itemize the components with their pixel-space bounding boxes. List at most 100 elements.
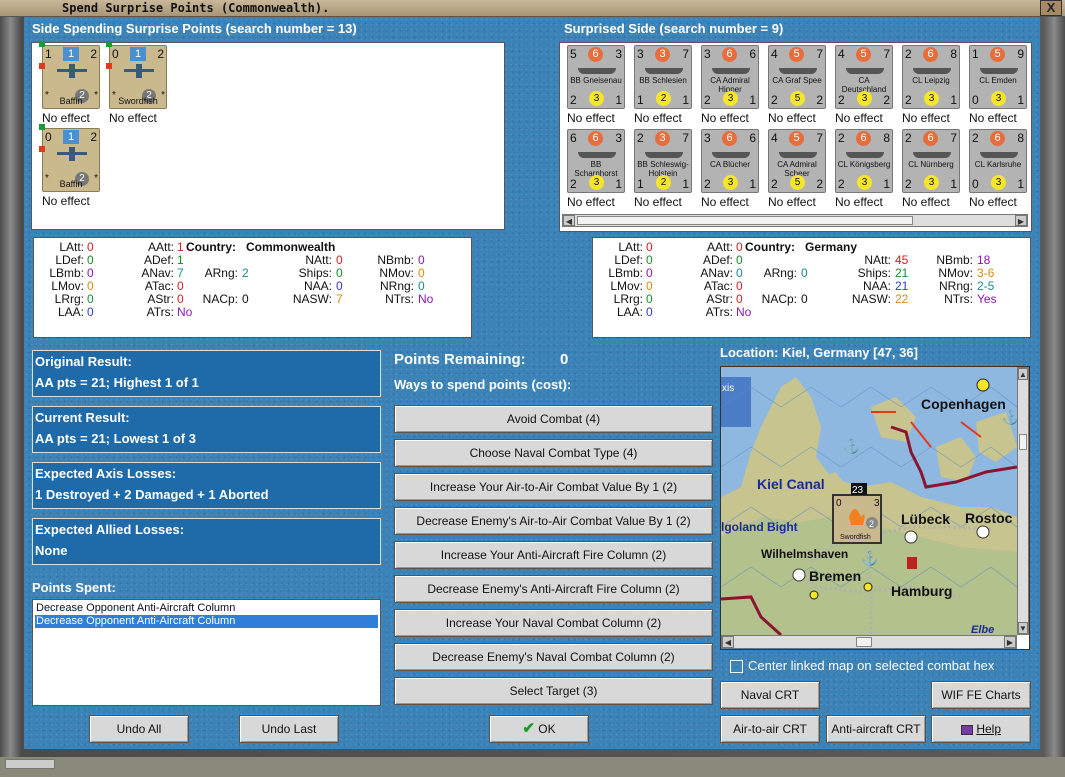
points-spent-item-selected[interactable]: Decrease Opponent Anti-Aircraft Column: [35, 615, 378, 628]
unit-flag-icon: [39, 146, 45, 152]
center-map-checkbox[interactable]: [730, 660, 743, 673]
units-horizontal-scrollbar[interactable]: ◀ ▶: [562, 214, 1028, 227]
stat-nasw-value: 22: [895, 292, 909, 306]
spend-option-button[interactable]: Decrease Enemy's Air-to-Air Combat Value…: [394, 507, 713, 535]
map-label-rostock: Rostoc: [965, 510, 1013, 526]
ok-button[interactable]: ✔ OK: [489, 715, 589, 743]
plane-icon: [57, 147, 87, 161]
surprised-unit-counter[interactable]: 2 6 8 CL Leipzig 2 3 1: [902, 45, 960, 109]
stat-ntrs-value: No: [418, 292, 434, 306]
scroll-left-arrow[interactable]: ◀: [563, 215, 575, 226]
surprised-unit-counter[interactable]: 2 6 8 CL Karlsruhe 0 3 1: [969, 129, 1027, 193]
surprised-unit-counter[interactable]: 3 6 6 CA Blücher 2 3 1: [701, 129, 759, 193]
surprised-unit-counter[interactable]: 4 5 7 CA Graf Spee 2 5 2: [768, 45, 826, 109]
unit-bl: 2: [570, 177, 577, 191]
surprised-unit-counter[interactable]: 4 5 7 CA Admiral Scheer 2 5 2: [768, 129, 826, 193]
naval-crt-button[interactable]: Naval CRT: [720, 681, 820, 709]
current-result-box: Current Result: AA pts = 21; Lowest 1 of…: [32, 406, 381, 453]
unit-effect: No effect: [835, 195, 883, 209]
stat-ldef-value: 0: [646, 253, 653, 267]
map-horizontal-scrollbar[interactable]: ◀ ▶: [721, 635, 1017, 649]
unit-tr: 7: [950, 131, 957, 145]
surprised-unit-counter[interactable]: 4 5 7 CA Deutschland 2 3 2: [835, 45, 893, 109]
surprised-units-list[interactable]: 5 6 3 BB Gneisenau 2 3 1 No effect 3 3 7 BB Schlesi…: [559, 42, 1032, 232]
map-label-elbe: Elbe: [971, 624, 994, 635]
spend-option-button[interactable]: Select Target (3): [394, 677, 713, 705]
close-button[interactable]: X: [1040, 0, 1062, 16]
unit-name: CA Blücher: [709, 160, 751, 169]
spend-option-button[interactable]: Choose Naval Combat Type (4): [394, 439, 713, 467]
stat-natt-label: NAtt:: [864, 253, 891, 267]
unit-mid: 6: [588, 47, 603, 62]
undo-last-button[interactable]: Undo Last: [239, 715, 339, 743]
stat-arng-value: 2: [242, 266, 249, 280]
stat-laa-value: 0: [87, 305, 94, 319]
surprised-unit-counter[interactable]: 2 6 7 CL Nürnberg 2 3 1: [902, 129, 960, 193]
unit-bl: 2: [771, 177, 778, 191]
spend-option-button[interactable]: Increase Your Air-to-Air Combat Value By…: [394, 473, 713, 501]
stat-lrrg-value: 0: [87, 292, 94, 306]
unit-circle: 3: [723, 175, 738, 190]
map-scroll-up[interactable]: ▲: [1018, 368, 1028, 380]
spending-units-list[interactable]: 1 1 2 2 * * Baffin No effect 0 1 2 2 * * Swordfish No e…: [31, 41, 505, 230]
map-label-wilhelmshaven: Wilhelmshaven: [761, 547, 848, 561]
scroll-right-arrow[interactable]: ▶: [1015, 215, 1027, 226]
spend-option-button[interactable]: Decrease Enemy's Anti-Aircraft Fire Colu…: [394, 575, 713, 603]
ship-icon: [578, 152, 616, 158]
stat-nbmb-label: NBmb:: [377, 253, 414, 267]
spend-option-button[interactable]: Avoid Combat (4): [394, 405, 713, 433]
surprised-unit-counter[interactable]: 3 6 6 CA Admiral Hipper 2 3 1: [701, 45, 759, 109]
unit-name: CL Königsberg: [837, 160, 891, 169]
points-remaining-value: 0: [560, 351, 569, 368]
unit-tl: 4: [838, 47, 845, 61]
spend-option-button[interactable]: Increase Your Anti-Aircraft Fire Column …: [394, 541, 713, 569]
anti-aircraft-crt-button[interactable]: Anti-aircraft CRT: [826, 715, 926, 743]
spend-option-button[interactable]: Decrease Enemy's Naval Combat Column (2): [394, 643, 713, 671]
unit-bl: 1: [637, 93, 644, 107]
linked-map[interactable]: ⚓ ⚓ ⚓ Copenhagen Kiel Canal Lübeck Rosto…: [720, 366, 1030, 650]
unit-mid: 1: [63, 47, 79, 61]
map-scroll-down[interactable]: ▼: [1018, 622, 1028, 634]
points-spent-item[interactable]: Decrease Opponent Anti-Aircraft Column: [35, 602, 378, 615]
map-scroll-left[interactable]: ◀: [722, 636, 734, 648]
country-label: Country:: [186, 240, 236, 254]
stat-nbmb-label: NBmb:: [936, 253, 973, 267]
scroll-thumb[interactable]: [577, 216, 913, 225]
undo-all-button[interactable]: Undo All: [89, 715, 189, 743]
map-scroll-right[interactable]: ▶: [1004, 636, 1016, 648]
map-vertical-scrollbar[interactable]: ▲ ▼: [1017, 367, 1029, 635]
title-bar[interactable]: Spend Surprise Points (Commonwealth). X: [0, 0, 1065, 17]
unit-effect: No effect: [768, 195, 816, 209]
ship-icon: [779, 68, 817, 74]
surprised-unit-counter[interactable]: 5 6 3 BB Gneisenau 2 3 1: [567, 45, 625, 109]
ship-icon: [779, 152, 817, 158]
help-button[interactable]: Help: [931, 715, 1031, 743]
unit-tl: 4: [771, 131, 778, 145]
stat-ntrs-label: NTrs:: [944, 292, 973, 306]
city-dot: [863, 582, 873, 592]
unit-br: 2: [883, 93, 890, 107]
unit-br: 1: [615, 177, 622, 191]
surprised-unit-counter[interactable]: 1 5 9 CL Emden 0 3 1: [969, 45, 1027, 109]
map-vscroll-thumb[interactable]: [1019, 434, 1027, 450]
map-hscroll-thumb[interactable]: [856, 637, 872, 647]
surprised-unit-counter[interactable]: 2 3 7 BB Schleswig-Holstein 1 2 1: [634, 129, 692, 193]
surprised-unit-counter[interactable]: 2 6 8 CL Königsberg 2 3 1: [835, 129, 893, 193]
unit-bl: 2: [838, 93, 845, 107]
status-scroll[interactable]: [5, 759, 55, 769]
unit-mid: 5: [856, 47, 871, 62]
unit-bl: 2: [704, 177, 711, 191]
air-to-air-crt-button[interactable]: Air-to-air CRT: [720, 715, 820, 743]
wif-charts-button[interactable]: WIF FE Charts: [931, 681, 1031, 709]
spending-unit-counter[interactable]: 0 1 2 2 * * Swordfish: [106, 41, 167, 109]
unit-mid: 6: [722, 131, 737, 146]
country-value: Germany: [805, 240, 858, 254]
stat-arng-label: ARng:: [763, 266, 797, 280]
map-canvas[interactable]: ⚓ ⚓ ⚓ Copenhagen Kiel Canal Lübeck Rosto…: [721, 367, 1017, 635]
surprised-unit-counter[interactable]: 3 3 7 BB Schlesien 1 2 1: [634, 45, 692, 109]
spending-unit-counter[interactable]: 1 1 2 2 * * Baffin: [39, 41, 100, 109]
points-spent-list[interactable]: Decrease Opponent Anti-Aircraft Column D…: [32, 599, 381, 706]
spend-option-button[interactable]: Increase Your Naval Combat Column (2): [394, 609, 713, 637]
surprised-unit-counter[interactable]: 6 6 3 BB Scharnhorst 2 3 1: [567, 129, 625, 193]
spending-unit-counter[interactable]: 0 1 2 2 * * Baffin: [39, 124, 100, 192]
